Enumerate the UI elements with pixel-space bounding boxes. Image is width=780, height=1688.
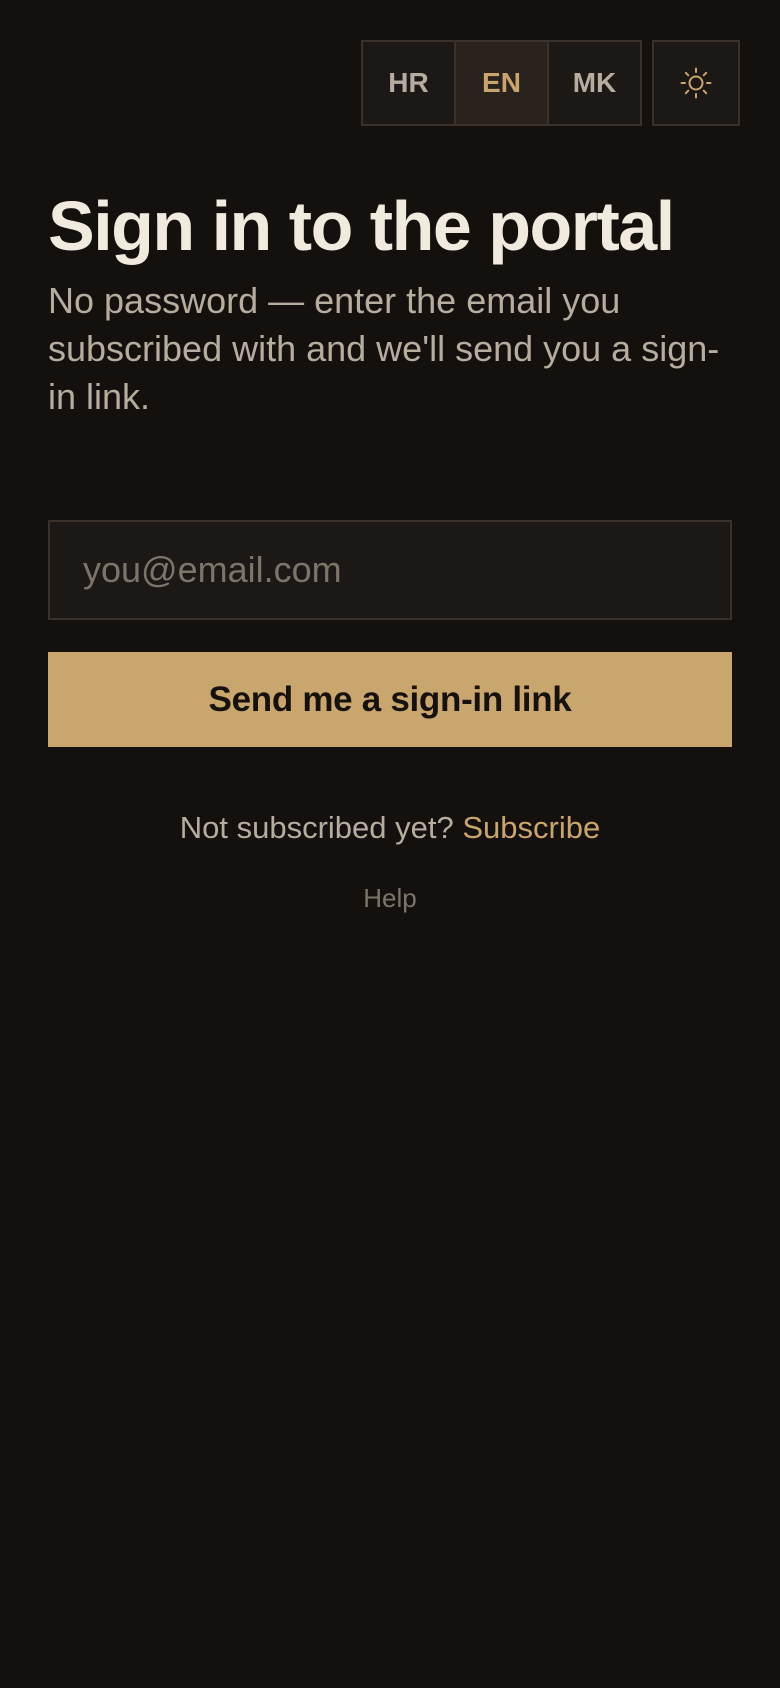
language-mk-button[interactable]: MK [549,42,640,124]
send-sign-in-link-button[interactable]: Send me a sign-in link [48,652,732,747]
page-title: Sign in to the portal [48,187,675,265]
language-en-button[interactable]: EN [456,42,549,124]
signup-prompt-row: Not subscribed yet? Subscribe [0,810,780,846]
subscribe-link[interactable]: Subscribe [462,810,600,845]
page-subtitle: No password — enter the email you subscr… [48,280,720,417]
help-link[interactable]: Help [0,883,780,914]
language-switcher: HR EN MK [361,40,642,126]
signup-prompt-text: Not subscribed yet? [179,810,454,845]
theme-toggle-button[interactable] [652,40,740,126]
email-field[interactable] [48,520,732,620]
top-toolbar: HR EN MK [361,40,740,126]
language-hr-button[interactable]: HR [363,42,456,124]
sun-icon [680,67,712,99]
